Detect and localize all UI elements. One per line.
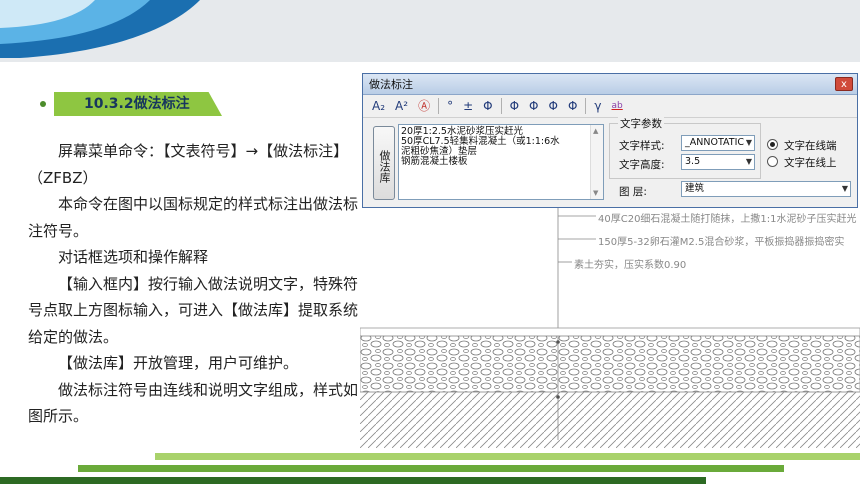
drawing-note-1: 40厚C20细石混凝土随打随抹，上撒1:1水泥砂子压实赶光: [598, 214, 857, 225]
bullet-dot: [40, 101, 46, 107]
toolbar-separator: [500, 98, 502, 114]
chevron-down-icon: ▼: [841, 184, 848, 193]
scroll-down-icon[interactable]: ▼: [593, 189, 598, 197]
paragraph-symbol: 做法标注符号由连线和说明文字组成，样式如图所示。: [28, 380, 359, 426]
dialog-title: 做法标注: [369, 78, 413, 91]
radio-text-above-line[interactable]: 文字在线上: [767, 155, 837, 170]
body-text: 屏幕菜单命令：【文表符号】→【做法标注】（ZFBZ） 本命令在图中以国标规定的样…: [28, 138, 358, 430]
radio-text-on-line-end[interactable]: 文字在线端: [767, 138, 837, 153]
text-style-select[interactable]: _ANNOTATIC ▼: [681, 135, 755, 151]
decorative-swoosh: [0, 0, 200, 58]
steel-grade-3-icon[interactable]: Φ: [544, 96, 563, 116]
textbox-scrollbar[interactable]: ▲ ▼: [590, 125, 603, 199]
paragraph-menu-command: 屏幕菜单命令：【文表符号】→【做法标注】（ZFBZ）: [28, 142, 349, 187]
footer-stripe-light: [155, 453, 860, 460]
text-line: 钢筋混凝土楼板: [401, 156, 468, 167]
dialog-titlebar[interactable]: 做法标注 x: [363, 74, 857, 95]
paragraph-input-box: 【输入框内】按行输入做法说明文字，特殊符号点取上方图标输入，可进入【做法库】提取…: [28, 274, 359, 346]
section-title: 10.3.2做法标注: [84, 96, 190, 112]
chevron-down-icon: ▼: [745, 138, 752, 147]
layer-value: 建筑: [685, 183, 705, 194]
spellcheck-icon[interactable]: ab: [607, 96, 628, 116]
steel-grade-1-icon[interactable]: Φ: [505, 96, 524, 116]
params-title: 文字参数: [618, 116, 664, 131]
text-height-select[interactable]: 3.5 ▼: [681, 154, 755, 170]
radio-label: 文字在线端: [784, 140, 837, 152]
toolbar-separator: [585, 98, 587, 114]
toolbar-separator: [438, 98, 440, 114]
superscript-icon[interactable]: A²: [390, 96, 413, 116]
text-style-value: _ANNOTATIC: [685, 137, 745, 148]
circled-letter-icon[interactable]: Ⓐ: [413, 96, 435, 116]
paragraph-description: 本命令在图中以国标规定的样式标注出做法标注符号。: [28, 195, 359, 240]
style-label: 文字样式:: [619, 140, 665, 152]
subscript-icon[interactable]: A₂: [367, 96, 390, 116]
height-label: 文字高度:: [619, 159, 665, 171]
chevron-down-icon: ▼: [745, 157, 752, 166]
paragraph-options-heading: 对话框选项和操作解释: [58, 248, 209, 266]
radio-label: 文字在线上: [784, 157, 837, 169]
diameter-icon[interactable]: Φ: [478, 96, 497, 116]
layer-select[interactable]: 建筑 ▼: [681, 181, 851, 197]
drawing-note-2: 150厚5-32卵石灌M2.5混合砂浆，平板振捣器振捣密实: [598, 237, 845, 248]
drawing-note-3: 素土夯实，压实系数0.90: [574, 260, 687, 271]
radio-unchecked-icon: [767, 156, 778, 167]
section-heading: 10.3.2做法标注: [40, 92, 236, 116]
footer-stripe-mid: [78, 465, 784, 472]
annotation-dialog: 做法标注 x A₂ A² Ⓐ ° ± Φ Φ Φ Φ Φ γ ab 做法库 20…: [362, 73, 858, 208]
text-height-value: 3.5: [685, 156, 701, 167]
layer-label: 图 层:: [619, 186, 647, 198]
footer-stripe-dark: [0, 477, 706, 484]
annotation-text-input[interactable]: 20厚1:2.5水泥砂浆压实赶光 50厚CL7.5轻集料混凝土（或1:1:6水 …: [398, 124, 604, 200]
library-button[interactable]: 做法库: [373, 126, 395, 200]
steel-grade-4-icon[interactable]: Φ: [563, 96, 582, 116]
plus-minus-icon[interactable]: ±: [458, 96, 478, 116]
symbol-toolbar: A₂ A² Ⓐ ° ± Φ Φ Φ Φ Φ γ ab: [363, 95, 857, 118]
scroll-up-icon[interactable]: ▲: [593, 127, 598, 135]
radio-checked-icon: [767, 139, 778, 150]
gamma-icon[interactable]: γ: [589, 96, 606, 116]
paragraph-library: 【做法库】开放管理，用户可维护。: [58, 354, 299, 372]
close-button[interactable]: x: [835, 77, 853, 91]
degree-icon[interactable]: °: [442, 96, 458, 116]
steel-grade-2-icon[interactable]: Φ: [524, 96, 543, 116]
